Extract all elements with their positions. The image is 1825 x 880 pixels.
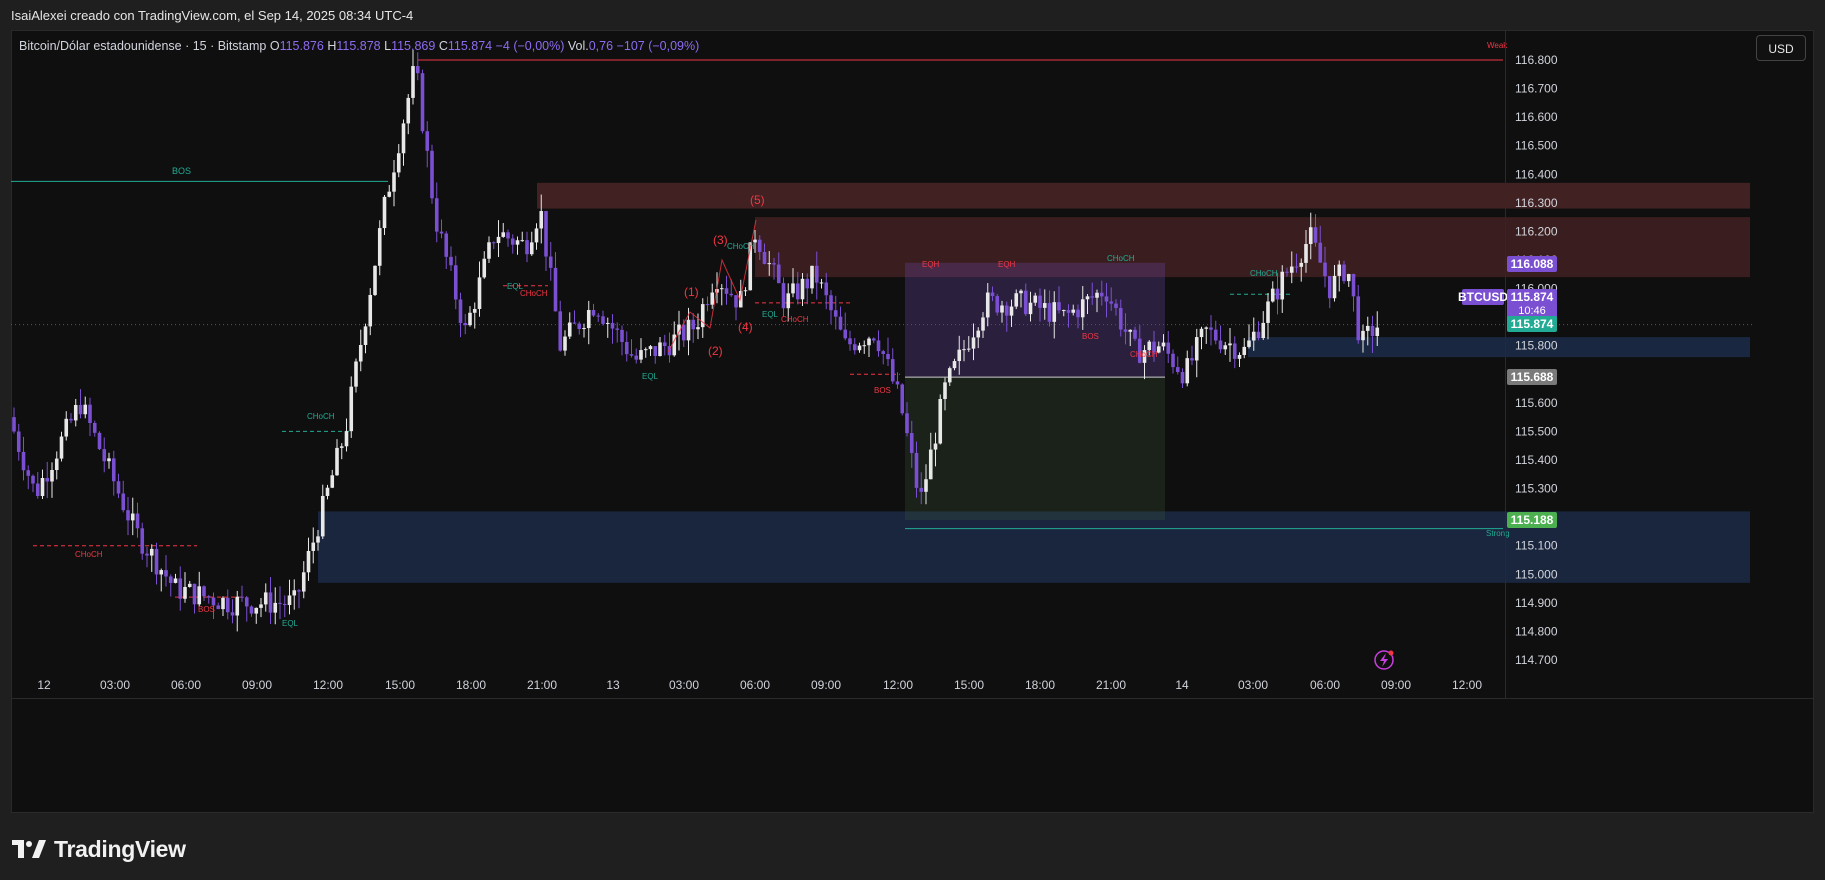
volume-change: −107 (−0,09%) bbox=[616, 39, 700, 53]
brand[interactable]: TradingView bbox=[12, 836, 186, 863]
volume-value: 0,76 bbox=[588, 39, 614, 53]
symbol-name: Bitcoin/Dólar estadounidense · 15 · Bits… bbox=[19, 39, 267, 53]
high-value: 115.878 bbox=[336, 39, 381, 53]
chart-frame[interactable] bbox=[11, 30, 1814, 813]
top-bar: IsaiAlexei creado con TradingView.com, e… bbox=[0, 0, 1825, 30]
volume-label: Vol. bbox=[567, 39, 589, 53]
author-line: IsaiAlexei creado con TradingView.com, e… bbox=[11, 8, 414, 23]
high-label: H bbox=[327, 39, 337, 53]
symbol-legend: Bitcoin/Dólar estadounidense · 15 · Bits… bbox=[19, 39, 699, 53]
tradingview-logo-icon bbox=[12, 839, 46, 860]
footer bbox=[0, 813, 1825, 880]
low-value: 115.869 bbox=[391, 39, 436, 53]
open-label: O bbox=[269, 39, 280, 53]
close-label: C bbox=[438, 39, 448, 53]
brand-name: TradingView bbox=[54, 836, 186, 862]
close-value: 115.874 bbox=[447, 39, 493, 53]
currency-button[interactable]: USD bbox=[1756, 35, 1806, 61]
open-value: 115.876 bbox=[279, 39, 324, 53]
change-value: −4 (−0,00%) bbox=[495, 39, 565, 53]
